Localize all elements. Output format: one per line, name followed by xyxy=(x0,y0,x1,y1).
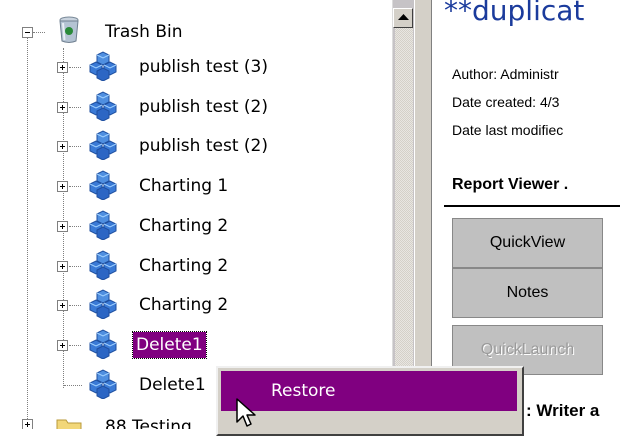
tree-item-label[interactable]: publish test (2) xyxy=(136,94,271,120)
tree-expand-toggle[interactable] xyxy=(57,181,68,192)
report-details-pane: **duplicat Author: Administr Date create… xyxy=(432,0,620,429)
report-cubes-icon xyxy=(89,369,117,399)
tree-expand-toggle[interactable] xyxy=(57,141,68,152)
tree-line xyxy=(27,38,28,429)
tree-item-label-partial[interactable]: 88 Testing xyxy=(102,414,195,429)
tree-line xyxy=(69,226,81,227)
tree-expand-toggle[interactable] xyxy=(57,62,68,73)
tree-item-label[interactable]: Delete1 xyxy=(132,331,207,359)
tree-expand-toggle[interactable] xyxy=(57,261,68,272)
scroll-up-button[interactable] xyxy=(393,8,413,28)
tree-expand-toggle[interactable] xyxy=(57,300,68,311)
folder-icon xyxy=(56,419,82,429)
tree-item-label[interactable]: publish test (3) xyxy=(136,54,271,80)
pane-splitter[interactable] xyxy=(414,0,432,429)
tree-line xyxy=(64,385,82,386)
tree-line xyxy=(69,186,81,187)
report-cubes-icon xyxy=(89,130,117,160)
tree-item-label[interactable]: Charting 2 xyxy=(136,213,231,239)
tree-line xyxy=(33,32,45,33)
heading-divider xyxy=(444,205,620,207)
report-date-created: Date created: 4/3 xyxy=(452,94,560,110)
tree-line xyxy=(63,48,64,388)
tree-expand-toggle[interactable] xyxy=(57,340,68,351)
tree-expand-toggle[interactable] xyxy=(57,221,68,232)
tree-item-label[interactable]: Delete1 xyxy=(136,372,209,398)
report-cubes-icon xyxy=(89,329,117,359)
tree-scrollbar[interactable] xyxy=(392,0,415,429)
tree-root-label[interactable]: Trash Bin xyxy=(102,19,186,45)
report-author: Author: Administr xyxy=(452,66,559,82)
report-date-modified: Date last modifiec xyxy=(452,122,564,138)
report-cubes-icon xyxy=(89,210,117,240)
report-cubes-icon xyxy=(89,91,117,121)
report-cubes-icon xyxy=(89,51,117,81)
report-viewer-heading: Report Viewer . xyxy=(452,176,569,193)
tree-collapse-toggle[interactable] xyxy=(22,27,33,38)
writer-section-label: : Writer a xyxy=(526,401,600,420)
report-tree[interactable]: Trash Bin publish test (3) publish test (… xyxy=(0,0,392,429)
tree-line xyxy=(69,266,81,267)
arrow-up-icon xyxy=(398,14,409,20)
tree-item-label[interactable]: Charting 2 xyxy=(136,253,231,279)
tree-line xyxy=(69,107,81,108)
menu-item-next[interactable] xyxy=(221,412,517,436)
tree-line xyxy=(69,305,81,306)
notes-button[interactable]: Notes xyxy=(452,268,603,318)
trash-bin-icon xyxy=(59,16,79,43)
menu-item-restore[interactable]: Restore xyxy=(221,371,517,411)
tree-item-label[interactable]: publish test (2) xyxy=(136,133,271,159)
context-menu: Restore xyxy=(216,366,524,436)
tree-item-label[interactable]: Charting 2 xyxy=(136,292,231,318)
tree-line xyxy=(69,67,81,68)
report-cubes-icon xyxy=(89,289,117,319)
report-cubes-icon xyxy=(89,170,117,200)
tree-line xyxy=(69,146,81,147)
report-cubes-icon xyxy=(89,250,117,280)
mouse-cursor-icon xyxy=(236,398,256,427)
report-title: **duplicat xyxy=(444,0,585,27)
tree-expand-toggle[interactable] xyxy=(57,102,68,113)
tree-expand-toggle[interactable] xyxy=(22,419,33,429)
tree-line xyxy=(69,345,81,346)
tree-item-label[interactable]: Charting 1 xyxy=(136,173,231,199)
quickview-button[interactable]: QuickView xyxy=(452,218,603,268)
